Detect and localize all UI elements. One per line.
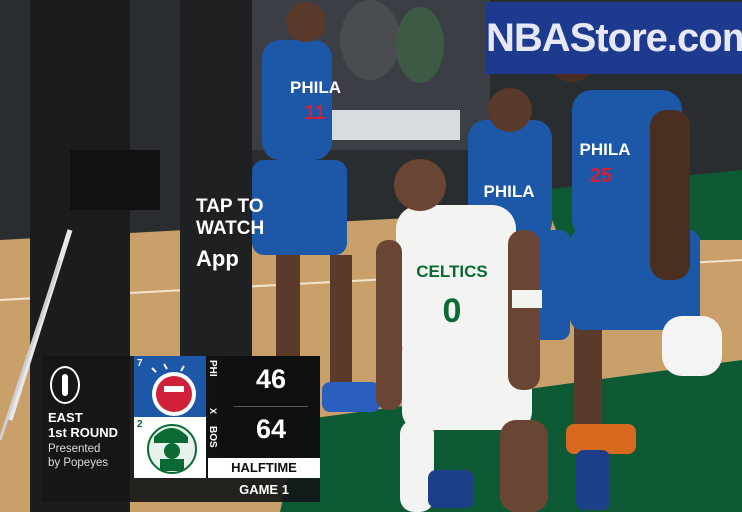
series-info: EAST 1st ROUND xyxy=(48,410,118,440)
team-logo-bos: 2 xyxy=(134,417,206,478)
round-label: 1st ROUND xyxy=(48,425,119,440)
stanchion-sign: TAP TO WATCH App xyxy=(196,196,264,270)
sixers-jersey-text-center: PHILA xyxy=(483,182,535,201)
sixers-number-right: 25 xyxy=(589,165,613,187)
presented-text: Presented xyxy=(48,443,101,455)
sign-line-1: TAP TO xyxy=(196,196,264,217)
sponsor-label: Presented by Popeyes xyxy=(48,442,108,470)
sixers-jersey-text-right: PHILA xyxy=(579,140,631,159)
billboard-text: NBAStore.com xyxy=(486,16,742,60)
celtics-jersey-number: 0 xyxy=(442,292,462,330)
team-logo-phi: 7 xyxy=(134,356,206,417)
score-bug: EAST 1st ROUND Presented by Popeyes 7 2 xyxy=(42,356,320,502)
abbr-bos: BOS xyxy=(207,426,218,448)
seed-phi: 7 xyxy=(137,358,143,369)
sixers-logo-icon xyxy=(151,363,196,416)
sponsor-name: by Popeyes xyxy=(48,457,109,469)
nba-playoffs-logo-icon xyxy=(50,366,80,404)
celtics-logo-icon xyxy=(147,424,197,474)
abbr-phi: PHI xyxy=(207,360,218,377)
sixers-number-left: 11 xyxy=(304,102,326,124)
broadcast-frame: NBAStore.com TAP TO WATCH App CELTICS 0 … xyxy=(0,0,742,512)
score-bos: 64 xyxy=(255,414,287,444)
game-number: GAME 1 xyxy=(239,482,289,497)
score-box: 46 64 xyxy=(222,356,320,458)
game-status: HALFTIME xyxy=(208,458,320,478)
score-divider xyxy=(234,406,308,407)
sign-line-2: WATCH xyxy=(196,218,265,239)
score-phi: 46 xyxy=(255,364,287,394)
sign-line-3: App xyxy=(196,246,239,271)
abbr-separator: X xyxy=(208,408,218,415)
seed-bos: 2 xyxy=(137,419,143,430)
sixers-jersey-text-left: PHILA xyxy=(290,78,341,97)
celtics-jersey-text: CELTICS xyxy=(416,262,488,281)
nbastore-billboard: NBAStore.com xyxy=(486,2,742,74)
conference-label: EAST xyxy=(48,410,83,425)
